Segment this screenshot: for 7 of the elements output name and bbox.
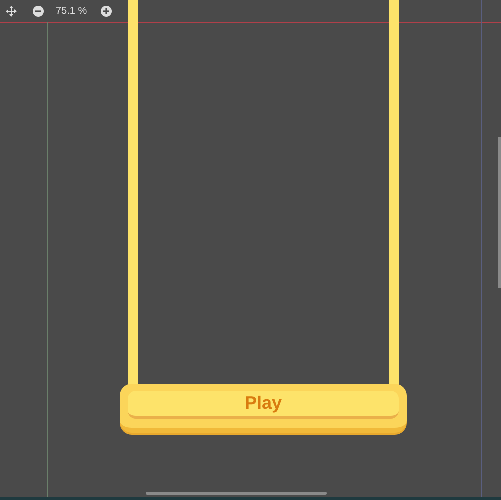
move-icon[interactable] <box>6 6 17 16</box>
zoom-out-icon[interactable] <box>33 6 44 16</box>
play-button[interactable]: Play <box>120 384 407 433</box>
vertical-scrollbar[interactable] <box>498 137 501 288</box>
horizontal-scrollbar[interactable] <box>146 492 327 495</box>
zoom-level: 75.1 % <box>56 4 88 18</box>
zoom-in-icon[interactable] <box>101 6 112 16</box>
